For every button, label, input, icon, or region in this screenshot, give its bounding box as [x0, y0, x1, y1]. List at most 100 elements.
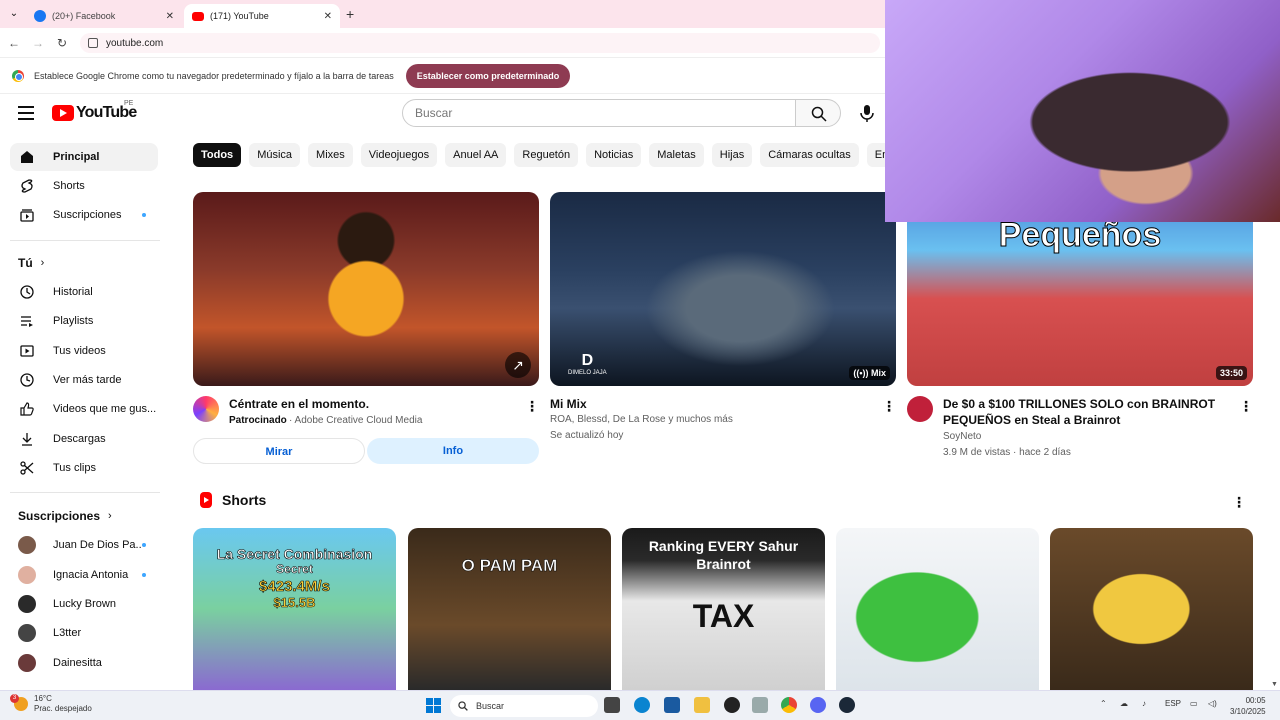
chevron-up-icon[interactable]: ⌃ — [1100, 699, 1107, 708]
channel-avatar[interactable] — [193, 396, 219, 422]
chip[interactable]: Mixes — [308, 143, 353, 167]
tab-facebook[interactable]: (20+) Facebook ✕ — [26, 4, 182, 28]
sidebar-item-label: Ignacia Antonia — [53, 569, 129, 581]
subscriptions-section-heading[interactable]: Suscripciones › — [18, 509, 112, 523]
sidebar-item-label: Shorts — [53, 180, 85, 192]
more-options-icon[interactable]: ⋮ — [525, 398, 539, 415]
search-input[interactable]: Buscar — [402, 99, 796, 127]
sidebar-item-your-videos[interactable]: Tus videos — [10, 337, 158, 365]
divider — [10, 240, 160, 241]
shorts-logo-icon — [200, 492, 212, 508]
volume-icon[interactable]: ◁) — [1208, 699, 1217, 708]
video-thumbnail[interactable]: ↗ — [193, 192, 539, 386]
chip[interactable]: Anuel AA — [445, 143, 507, 167]
sidebar-item-shorts[interactable]: Shorts — [10, 172, 158, 200]
close-icon[interactable]: ✕ — [166, 11, 174, 22]
more-options-icon[interactable]: ⋮ — [1239, 398, 1253, 415]
video-title[interactable]: Céntrate en el momento. — [229, 396, 499, 412]
sidebar-item-downloads[interactable]: Descargas — [10, 425, 158, 453]
microphone-icon[interactable] — [856, 102, 878, 124]
language-indicator[interactable]: ESP — [1165, 699, 1181, 708]
tab-search-icon[interactable]: ⌄ — [6, 6, 22, 22]
search-button[interactable] — [795, 99, 841, 127]
video-title[interactable]: De $0 a $100 TRILLONES SOLO con BRAINROT… — [943, 396, 1219, 428]
chip[interactable]: Hijas — [711, 143, 753, 167]
taskbar-search-text: Buscar — [476, 701, 505, 711]
chip[interactable]: En — [866, 143, 885, 167]
windows-start-icon[interactable] — [426, 698, 441, 713]
edge-icon[interactable] — [634, 697, 650, 713]
more-options-icon[interactable]: ⋮ — [1232, 494, 1246, 511]
page-scrollbar[interactable]: ▼ — [1270, 134, 1280, 690]
youtube-logo[interactable]: YouTube PE — [52, 100, 137, 122]
sidebar-item-playlists[interactable]: Playlists — [10, 307, 158, 335]
channel-name[interactable]: SoyNeto — [943, 431, 981, 442]
forward-button[interactable]: → — [30, 35, 46, 51]
sidebar-sub-item[interactable]: Dainesitta — [10, 649, 158, 677]
facebook-icon — [34, 10, 46, 22]
task-view-icon[interactable] — [604, 697, 620, 713]
taskbar-search[interactable]: Buscar — [450, 695, 598, 717]
app-icon[interactable] — [752, 697, 768, 713]
sidebar-item-label: Principal — [53, 151, 100, 163]
sidebar-item-watch-later[interactable]: Ver más tarde — [10, 366, 158, 394]
search-icon — [811, 106, 827, 122]
chip[interactable]: Reguetón — [514, 143, 579, 167]
external-link-icon[interactable]: ↗ — [505, 352, 531, 378]
mic-tray-icon[interactable]: ♪ — [1142, 699, 1146, 708]
channel-avatar[interactable] — [907, 396, 933, 422]
sidebar-sub-item[interactable]: Juan De Dios Pa... — [10, 531, 158, 559]
more-options-icon[interactable]: ⋮ — [882, 398, 896, 415]
short-thumbnail[interactable]: O PAM PAM — [408, 528, 611, 690]
sidebar-sub-item[interactable]: Ignacia Antonia — [10, 561, 158, 589]
chip[interactable]: Maletas — [649, 143, 704, 167]
chip[interactable]: Videojuegos — [360, 143, 438, 167]
store-icon[interactable] — [664, 697, 680, 713]
your-videos-icon — [18, 342, 36, 360]
watch-button[interactable]: Mirar — [193, 438, 365, 464]
back-button[interactable]: ← — [6, 35, 22, 51]
channel-name[interactable]: · Adobe Creative Cloud Media — [289, 415, 422, 426]
video-thumbnail[interactable]: D DIMELO JAJA ((•)) Mix — [550, 192, 896, 386]
video-title[interactable]: Mi Mix — [550, 396, 820, 412]
taskbar-clock[interactable]: 00:05 3/10/2025 — [1230, 695, 1266, 717]
steam-icon[interactable] — [839, 697, 855, 713]
short-thumbnail[interactable]: La Secret Combinasion Secret $423.4M/s $… — [193, 528, 396, 690]
sidebar-item-history[interactable]: Historial — [10, 278, 158, 306]
sidebar-item-subscriptions[interactable]: Suscripciones — [10, 201, 158, 229]
short-thumbnail[interactable] — [1050, 528, 1253, 690]
menu-icon[interactable] — [18, 106, 34, 120]
short-thumbnail[interactable]: Ranking EVERY Sahur Brainrot TAX — [622, 528, 825, 690]
sidebar-item-liked-videos[interactable]: Videos que me gus... — [10, 395, 158, 423]
set-default-button[interactable]: Establecer como predeterminado — [405, 63, 571, 88]
sidebar-sub-item[interactable]: L3tter — [10, 619, 158, 647]
subscriptions-icon — [18, 206, 36, 224]
short-thumbnail[interactable] — [836, 528, 1039, 690]
video-meta: De $0 a $100 TRILLONES SOLO con BRAINROT… — [907, 396, 1253, 460]
you-section-heading[interactable]: Tú › — [18, 256, 44, 270]
chip[interactable]: Noticias — [586, 143, 642, 167]
chip[interactable]: Música — [249, 143, 301, 167]
reload-button[interactable]: ↻ — [54, 35, 70, 51]
mix-artists: ROA, Blessd, De La Rose y muchos más — [550, 414, 733, 425]
site-info-icon[interactable] — [88, 38, 98, 48]
sidebar-item-home[interactable]: Principal — [10, 143, 158, 171]
info-button[interactable]: Info — [367, 438, 539, 464]
file-explorer-icon[interactable] — [694, 697, 710, 713]
sidebar-sub-item[interactable]: Lucky Brown — [10, 590, 158, 618]
new-tab-button[interactable]: + — [346, 6, 354, 22]
chip[interactable]: Todos — [193, 143, 242, 167]
sidebar-item-clips[interactable]: Tus clips — [10, 454, 158, 482]
obs-icon[interactable] — [724, 697, 740, 713]
weather-widget[interactable]: 3 16°C Prac. despejado — [10, 694, 92, 714]
tab-youtube[interactable]: (171) YouTube ✕ — [184, 4, 340, 28]
video-meta: Céntrate en el momento. Patrocinado · Ad… — [193, 396, 539, 432]
onedrive-icon[interactable]: ☁ — [1120, 699, 1128, 708]
scroll-down-icon[interactable]: ▼ — [1271, 681, 1278, 688]
network-icon[interactable]: ▭ — [1190, 699, 1198, 708]
close-icon[interactable]: ✕ — [324, 11, 332, 22]
discord-icon[interactable] — [810, 697, 826, 713]
url-field[interactable]: youtube.com — [80, 33, 880, 53]
chrome-icon[interactable] — [781, 697, 797, 713]
chip[interactable]: Cámaras ocultas — [760, 143, 859, 167]
